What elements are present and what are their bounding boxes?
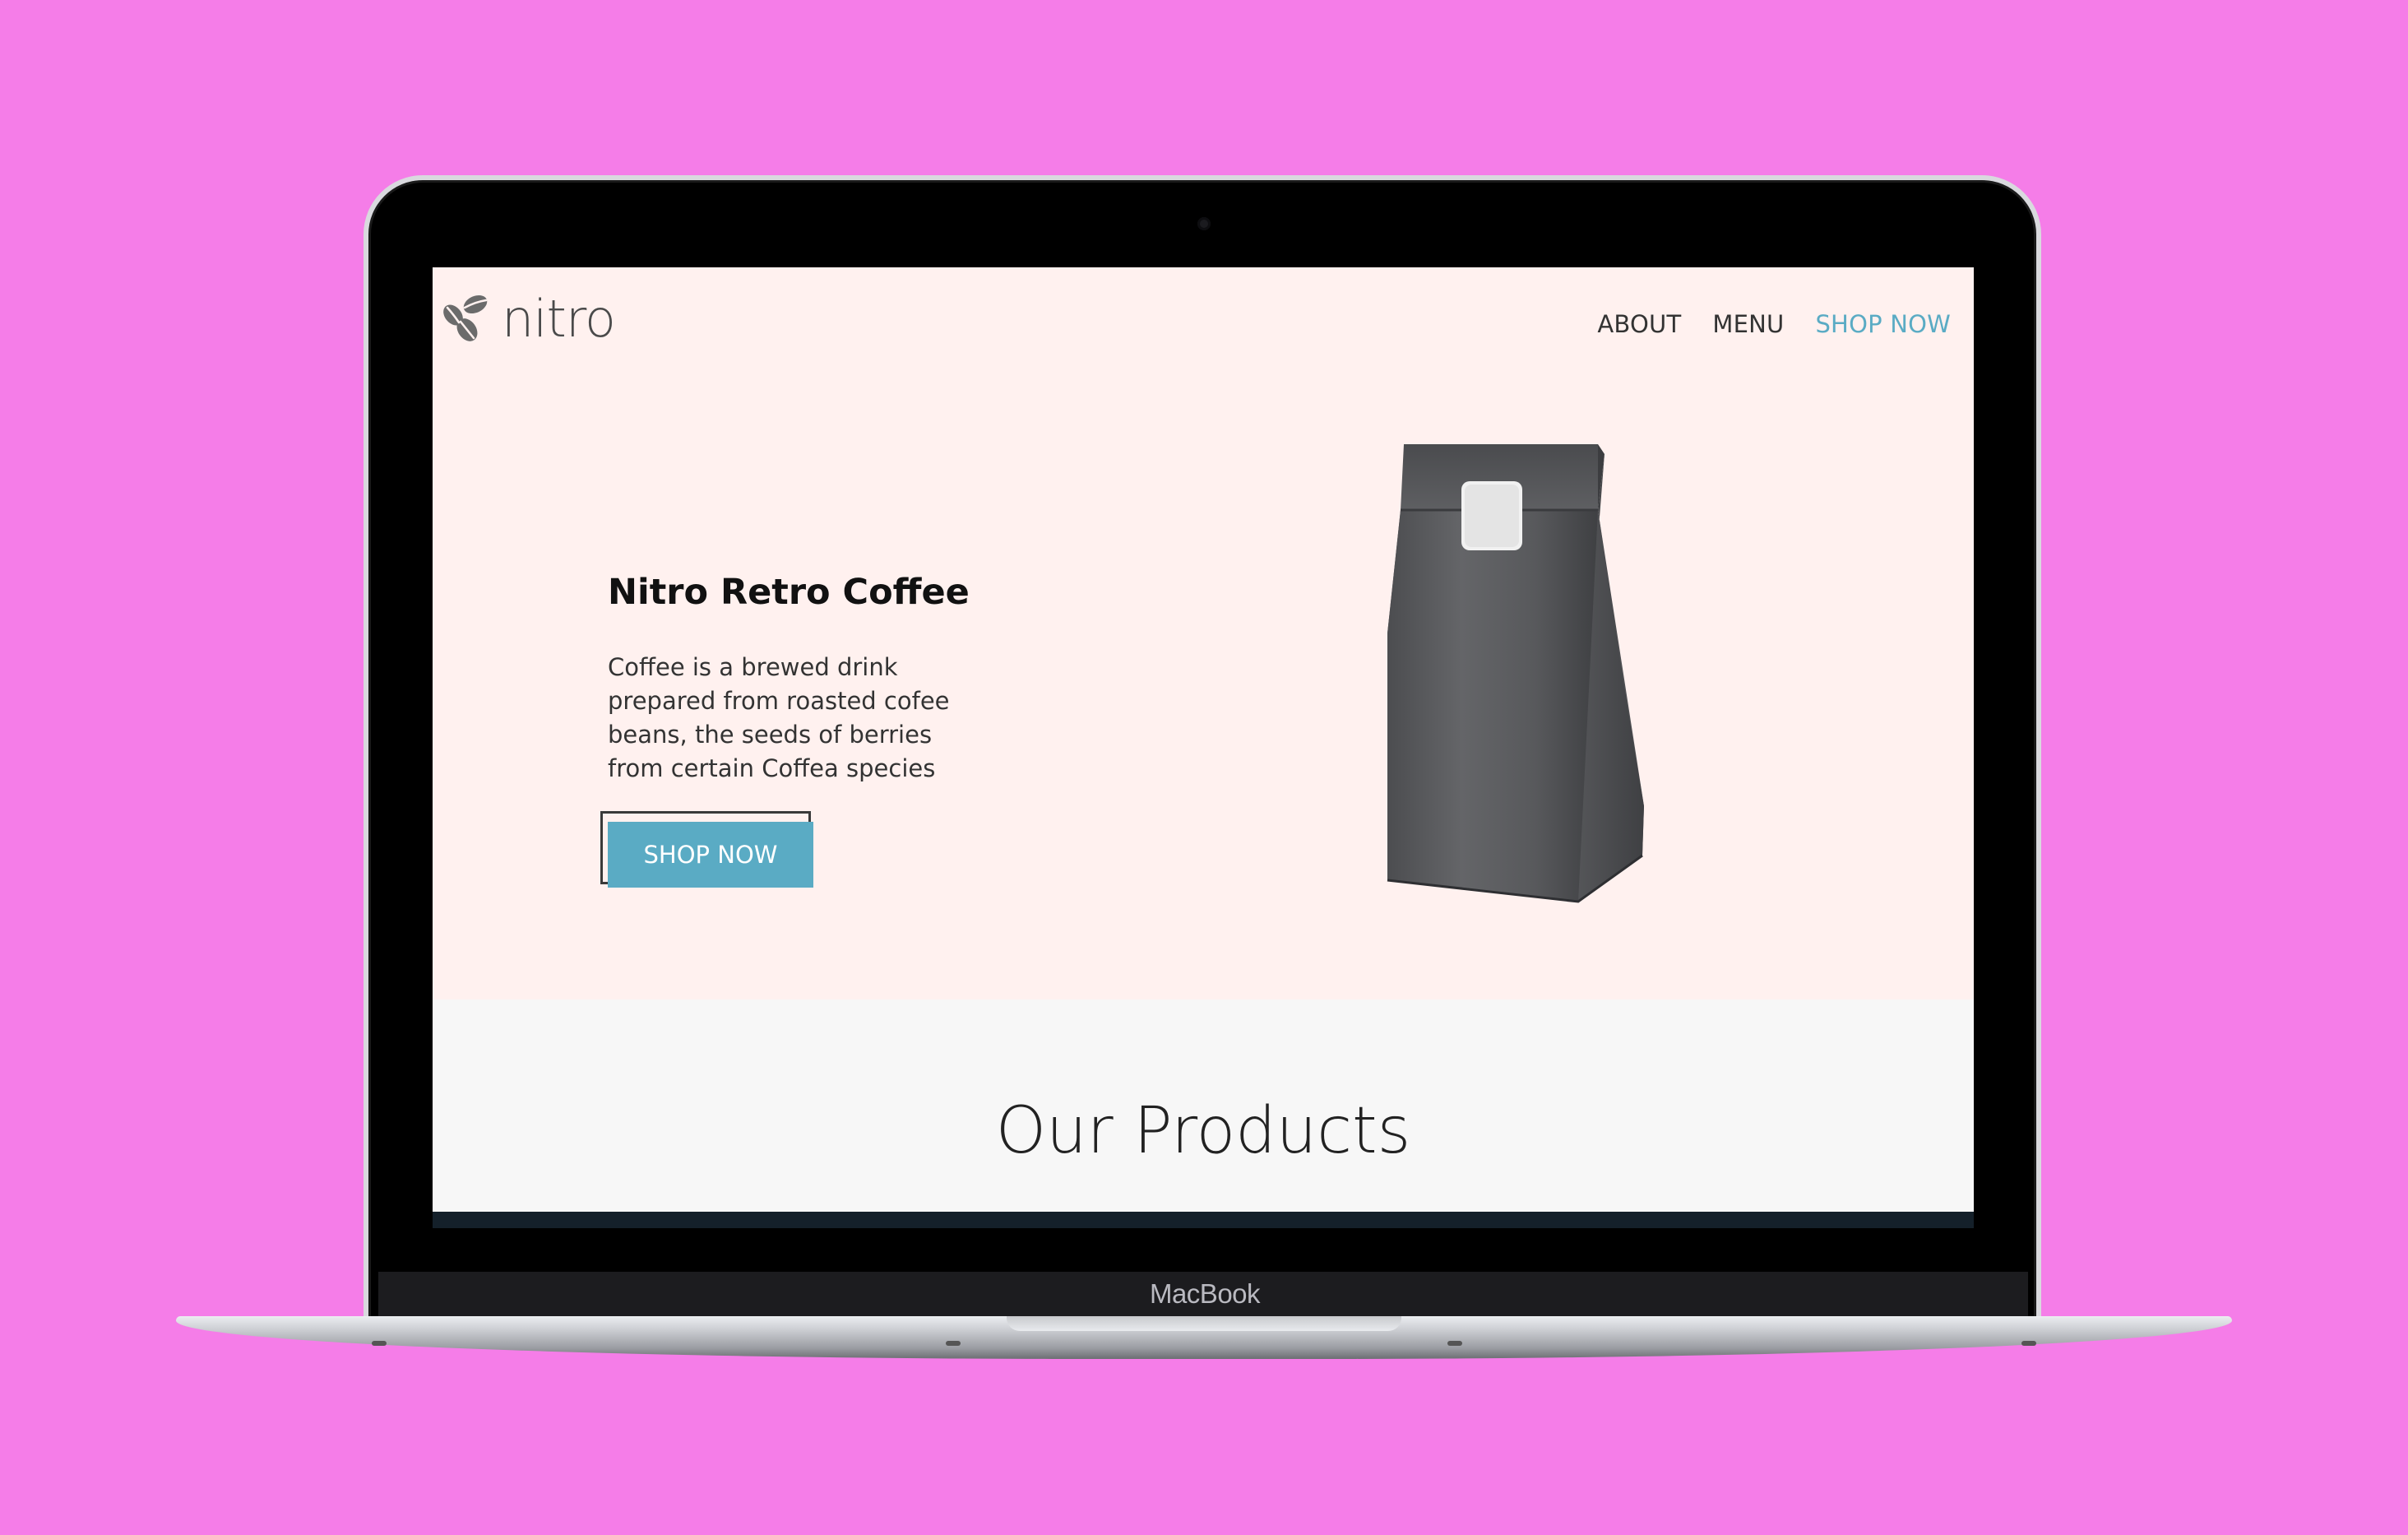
coffee-bag-icon — [1387, 444, 1644, 903]
shop-now-button[interactable]: SHOP NOW — [608, 822, 813, 888]
products-heading: Our Products — [995, 1094, 1411, 1168]
device-brand-label: MacBook — [1149, 1278, 1261, 1309]
nav-menu-link[interactable]: MENU — [1712, 310, 1784, 338]
main-nav: ABOUT MENU SHOP NOW — [1597, 310, 1951, 338]
hero-cta-group: SHOP NOW — [600, 811, 814, 888]
laptop-foot — [2021, 1341, 2036, 1346]
site-logo[interactable]: nitro — [438, 289, 616, 349]
laptop-foot — [946, 1341, 961, 1346]
browser-viewport: nitro ABOUT MENU SHOP NOW Nitro Retro Co… — [433, 267, 1974, 1212]
nav-about-link[interactable]: ABOUT — [1597, 310, 1681, 338]
screen-bottom-bar — [433, 1212, 1974, 1228]
hero-title: Nitro Retro Coffee — [608, 572, 970, 613]
hero-section: nitro ABOUT MENU SHOP NOW Nitro Retro Co… — [433, 267, 1974, 999]
laptop-foot — [372, 1341, 387, 1346]
hero-description: Coffee is a brewed drink prepared from r… — [608, 653, 950, 782]
laptop-foot — [1447, 1341, 1462, 1346]
nav-shop-now-link[interactable]: SHOP NOW — [1815, 310, 1951, 338]
coffee-beans-icon — [443, 294, 488, 341]
camera-icon — [1197, 217, 1211, 230]
laptop-base-notch — [1007, 1316, 1401, 1331]
logo-wordmark: nitro — [502, 289, 616, 349]
